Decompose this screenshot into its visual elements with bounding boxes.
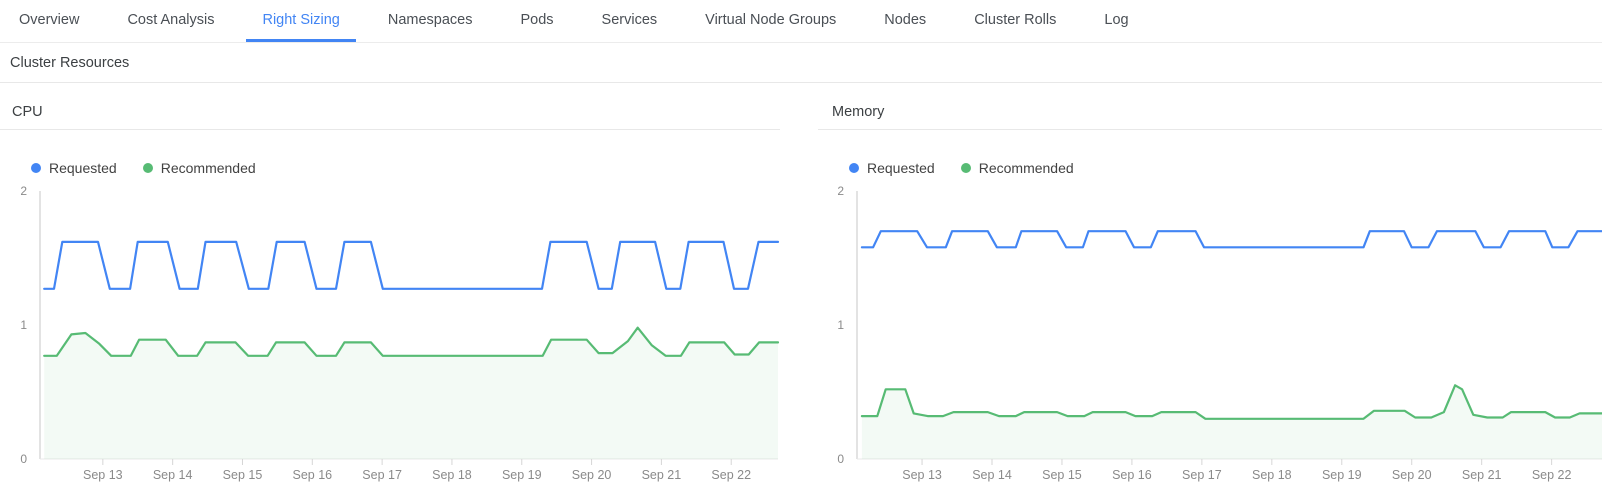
svg-text:Sep 20: Sep 20	[572, 468, 612, 482]
tab-namespaces[interactable]: Namespaces	[364, 0, 497, 42]
svg-text:Sep 17: Sep 17	[1182, 468, 1222, 482]
svg-text:Sep 15: Sep 15	[223, 468, 263, 482]
cluster-resources-header: Cluster Resources	[0, 43, 1602, 83]
svg-text:1: 1	[837, 318, 844, 332]
svg-text:Sep 14: Sep 14	[153, 468, 193, 482]
svg-text:Sep 13: Sep 13	[83, 468, 123, 482]
cpu-line-chart[interactable]: 0 1 2 Sep 13 Sep 14 Sep 15 Sep 16 Sep 17 Sep 18 S…	[0, 184, 780, 484]
tab-log[interactable]: Log	[1080, 0, 1152, 42]
tab-overview[interactable]: Overview	[0, 0, 103, 42]
svg-text:Sep 16: Sep 16	[1112, 468, 1152, 482]
cpu-chart-panel: CPU Requested Recommended 0 1 2 Sep 13 Sep 1…	[0, 103, 780, 484]
svg-text:0: 0	[20, 452, 27, 466]
svg-text:Sep 22: Sep 22	[711, 468, 751, 482]
legend-item-requested[interactable]: Requested	[31, 160, 117, 176]
legend-label: Requested	[49, 160, 117, 176]
svg-text:Sep 17: Sep 17	[362, 468, 402, 482]
legend-item-requested[interactable]: Requested	[849, 160, 935, 176]
memory-chart-legend: Requested Recommended	[849, 158, 1602, 178]
tab-bar: Overview Cost Analysis Right Sizing Name…	[0, 0, 1602, 43]
legend-item-recommended[interactable]: Recommended	[961, 160, 1074, 176]
tab-virtual-node-groups[interactable]: Virtual Node Groups	[681, 0, 860, 42]
svg-text:Sep 20: Sep 20	[1392, 468, 1432, 482]
svg-text:2: 2	[837, 184, 844, 198]
svg-text:Sep 18: Sep 18	[432, 468, 472, 482]
cpu-chart-title: CPU	[12, 104, 43, 120]
legend-label: Recommended	[979, 160, 1074, 176]
cpu-chart-legend: Requested Recommended	[31, 158, 780, 178]
requested-dot-icon	[31, 163, 41, 173]
legend-label: Requested	[867, 160, 935, 176]
svg-text:2: 2	[20, 184, 27, 198]
svg-text:Sep 21: Sep 21	[642, 468, 682, 482]
tab-pods[interactable]: Pods	[496, 0, 577, 42]
tab-cluster-rolls[interactable]: Cluster Rolls	[950, 0, 1080, 42]
tab-nodes[interactable]: Nodes	[860, 0, 950, 42]
svg-text:Sep 21: Sep 21	[1462, 468, 1502, 482]
svg-text:Sep 22: Sep 22	[1532, 468, 1572, 482]
tab-cost-analysis[interactable]: Cost Analysis	[103, 0, 238, 42]
memory-chart-title-row: Memory	[818, 103, 1602, 130]
legend-label: Recommended	[161, 160, 256, 176]
section-title: Cluster Resources	[10, 55, 129, 71]
legend-item-recommended[interactable]: Recommended	[143, 160, 256, 176]
memory-chart-title: Memory	[832, 104, 884, 120]
svg-text:Sep 14: Sep 14	[972, 468, 1012, 482]
tab-services[interactable]: Services	[578, 0, 682, 42]
svg-text:Sep 18: Sep 18	[1252, 468, 1292, 482]
svg-text:Sep 13: Sep 13	[902, 468, 942, 482]
tab-right-sizing[interactable]: Right Sizing	[238, 0, 363, 42]
charts-row: CPU Requested Recommended 0 1 2 Sep 13 Sep 1…	[0, 83, 1602, 484]
cpu-chart-title-row: CPU	[0, 103, 780, 130]
svg-text:Sep 19: Sep 19	[502, 468, 542, 482]
recommended-dot-icon	[961, 163, 971, 173]
recommended-dot-icon	[143, 163, 153, 173]
svg-text:Sep 15: Sep 15	[1042, 468, 1082, 482]
requested-dot-icon	[849, 163, 859, 173]
svg-text:1: 1	[20, 318, 27, 332]
svg-text:Sep 16: Sep 16	[292, 468, 332, 482]
svg-text:Sep 19: Sep 19	[1322, 468, 1362, 482]
memory-chart-panel: Memory Requested Recommended 0 1 2 Sep 13 Se…	[818, 103, 1602, 484]
svg-text:0: 0	[837, 452, 844, 466]
memory-line-chart[interactable]: 0 1 2 Sep 13 Sep 14 Sep 15 Sep 16 Sep 17 Sep 18 S…	[818, 184, 1602, 484]
